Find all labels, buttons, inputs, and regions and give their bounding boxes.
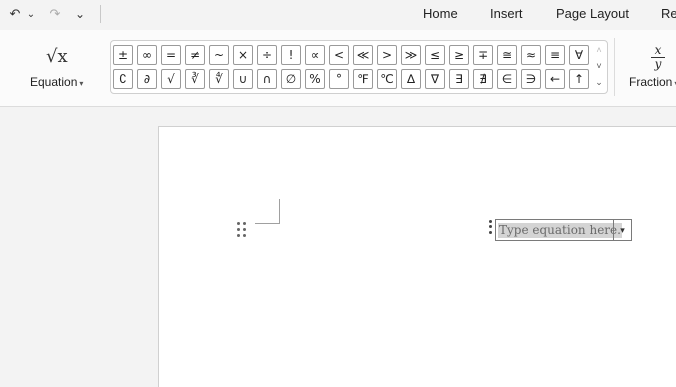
equation-icon: √x [46,46,68,67]
tab-review[interactable]: Re [661,6,676,21]
symbol-button[interactable]: ∩ [257,69,277,89]
toolbar-divider [100,5,101,23]
fraction-icon: x y [650,44,666,71]
equation-options-dropdown[interactable]: ▾ [613,220,631,240]
symbol-button[interactable]: ≈ [521,45,541,65]
chevron-down-icon: ▾ [79,79,84,88]
redo-icon[interactable]: ↷ [48,6,62,22]
customize-toolbar-icon[interactable]: ⌄ [74,6,86,22]
symbol-button[interactable]: ∛ [185,69,205,89]
equation-handle-icon[interactable] [486,219,494,235]
symbol-row-2: ∁ ∂ √ ∛ ∜ ∪ ∩ ∅% ° ℉ ℃ ∆ ∇ ∃ ∄ ∈ ∋ ← ↑ [113,69,593,89]
symbol-button[interactable]: ≡ [545,45,565,65]
fraction-button[interactable]: x y Fraction▾ [626,42,676,94]
fraction-label-text: Fraction [629,75,673,89]
symbol-button[interactable]: ∞ [137,45,157,65]
symbol-button[interactable]: ∓ [473,45,493,65]
equation-placeholder[interactable]: Type equation here. [498,223,622,238]
fraction-denominator: y [654,57,662,71]
quick-access-toolbar: ↶ ⌄ ↷ ⌄ Home Insert Page Layout Re [0,0,676,30]
fraction-label: Fraction▾ [629,75,676,89]
symbol-button[interactable]: ≪ [353,45,373,65]
symbol-button[interactable]: ∜ [209,69,229,89]
margin-corner-mark [255,199,280,224]
symbol-button[interactable]: √ [161,69,181,89]
symbol-button[interactable]: ∆ [401,69,421,89]
undo-icon[interactable]: ↶ [8,6,22,22]
undo-dropdown-icon[interactable]: ⌄ [26,6,36,22]
equation-button[interactable]: √x Equation ▾ [24,44,92,94]
symbol-button[interactable]: ≠ [185,45,205,65]
symbol-button[interactable]: ∝ [305,45,325,65]
symbol-button[interactable]: ℉ [353,69,373,89]
symbol-button[interactable]: ∄ [473,69,493,89]
tab-insert[interactable]: Insert [490,6,523,21]
symbol-button[interactable]: ↑ [569,69,589,89]
symbol-button[interactable]: ~ [209,45,229,65]
symbol-button[interactable]: ← [545,69,565,89]
symbol-button[interactable]: ± [113,45,133,65]
symbol-button[interactable]: ∅ [281,69,301,89]
symbol-button[interactable]: ≥ [449,45,469,65]
symbol-button[interactable]: ∋ [521,69,541,89]
equation-ribbon: √x Equation ▾ ± ∞ = ≠ ~ × ÷! ∝ < ≪ > ≫ ≤ ≥ ∓ ≅ ≈ ≡ ∀ ∁ ∂ √ ∛ ∜ ∪… [0,30,676,107]
symbol-row-1: ± ∞ = ≠ ~ × ÷! ∝ < ≪ > ≫ ≤ ≥ ∓ ≅ ≈ ≡ ∀ [113,45,593,65]
drag-handle-icon[interactable] [237,222,247,238]
tab-page-layout[interactable]: Page Layout [556,6,629,21]
ribbon-divider [614,38,615,96]
symbol-button[interactable]: ≤ [425,45,445,65]
symbol-button[interactable]: = [161,45,181,65]
fraction-numerator: x [654,43,662,57]
symbol-button[interactable]: % [305,69,325,89]
symbol-button[interactable]: ∪ [233,69,253,89]
symbol-button[interactable]: ≫ [401,45,421,65]
equation-label-text: Equation [30,75,78,89]
gallery-scroll-up-icon[interactable]: ˄ [593,43,605,57]
symbol-button[interactable]: ∃ [449,69,469,89]
symbol-gallery: ± ∞ = ≠ ~ × ÷! ∝ < ≪ > ≫ ≤ ≥ ∓ ≅ ≈ ≡ ∀ ∁ ∂ √ ∛ ∜ ∪ ∩ ∅% ° ℉ ℃ ∆ ∇ ∃ ∄ ∈ ∋ ←… [110,40,608,94]
gallery-scroll-down-icon[interactable]: ˅ [593,59,605,73]
symbol-button[interactable]: > [377,45,397,65]
document-page[interactable]: Type equation here. ▾ [158,126,676,387]
equation-input[interactable]: Type equation here. ▾ [495,219,632,241]
gallery-more-icon[interactable]: ⌄ [593,75,605,89]
symbol-button[interactable]: ÷ [257,45,277,65]
tab-home[interactable]: Home [423,6,458,21]
symbol-button[interactable]: ! [281,45,301,65]
symbol-button[interactable]: ∀ [569,45,589,65]
symbol-button[interactable]: ℃ [377,69,397,89]
symbol-button[interactable]: × [233,45,253,65]
symbol-button[interactable]: ∂ [137,69,157,89]
equation-label: Equation ▾ [30,75,83,89]
symbol-button[interactable]: ∇ [425,69,445,89]
symbol-button[interactable]: ≅ [497,45,517,65]
symbol-button[interactable]: ∈ [497,69,517,89]
symbol-button[interactable]: ∁ [113,69,133,89]
symbol-button[interactable]: ° [329,69,349,89]
symbol-button[interactable]: < [329,45,349,65]
